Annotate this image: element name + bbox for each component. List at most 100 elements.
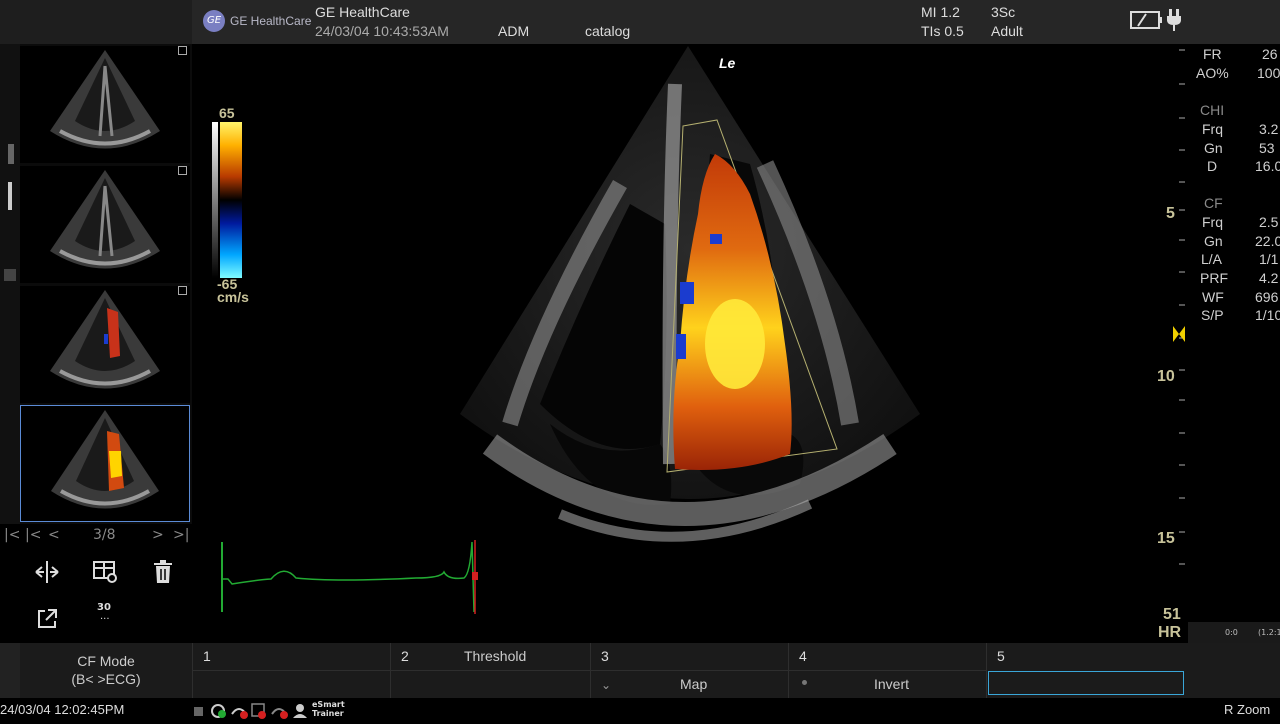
zoom-mini-left: 0:0 [1225,628,1238,637]
nav-first-button[interactable]: |< [4,527,20,543]
ecg-trace [216,534,486,624]
esmart-line-2: Trainer [312,709,344,718]
thumbnail-2-menu-icon[interactable] [178,166,187,175]
cf-la-label: L/A [1201,251,1223,267]
cf-prf-value: 4.2 [1259,270,1279,286]
map-button[interactable]: Map [680,676,707,692]
cf-mode-sub: (B< >ECG) [71,671,141,687]
softkey-5[interactable]: 5 [986,643,1185,698]
export-icon[interactable] [36,608,58,634]
tis-value: TIs 0.5 [921,23,964,39]
focus-marker-icon[interactable] [1172,324,1186,348]
probe-label[interactable]: 3Sc [991,4,1015,20]
softkey-4-divider [789,670,987,671]
hr-label: HR [1158,624,1182,641]
depth-label-10: 10 [1157,368,1175,385]
r-zoom-label: R Zoom [1224,702,1271,717]
esmart-line-1: eSmart [312,700,345,709]
color-scale-bar [212,122,244,282]
cine-count-badge-sub: ... [100,611,110,622]
nav-last-button[interactable]: >| [173,527,189,543]
nav-prev-page-button[interactable]: |< [25,527,41,543]
cf-frq-label: Frq [1202,214,1223,230]
chi-gn-value: 53 [1259,140,1275,156]
depth-label-5: 5 [1166,205,1175,222]
chi-gn-label: Gn [1204,140,1223,156]
mi-value: MI 1.2 [921,4,960,20]
power-plug-icon [1164,8,1184,36]
cf-la-value: 1/1 [1259,251,1279,267]
cf-header: CF [1204,195,1223,211]
review-layout-icon[interactable] [92,560,118,588]
chi-frq-value: 3.2 [1259,121,1279,137]
preset-label[interactable]: catalog [585,23,630,39]
ultrasound-image[interactable] [430,44,950,578]
thumbnail-3-menu-icon[interactable] [178,286,187,295]
thumbnail-3[interactable] [20,286,190,403]
chevron-down-icon: ⌄ [601,678,612,692]
thumbnail-1[interactable] [20,46,190,163]
thumbnail-scrollbar[interactable] [0,44,20,524]
cf-wf-label: WF [1202,289,1224,305]
top-bar [0,0,1280,44]
hr-value: 51 [1163,606,1181,623]
nav-next-button[interactable]: > [152,527,164,543]
param-fr-label: FR [1203,46,1222,62]
softkey-2-divider [391,670,591,671]
thumbnail-4-selected[interactable] [20,405,190,522]
color-scale-max: 65 [219,105,235,121]
softkey-3-divider [591,670,789,671]
top-left-corner [0,0,192,44]
status-icons [192,700,312,724]
softkey-1-divider [193,670,391,671]
chi-header: CHI [1200,102,1225,118]
softkey-1-number: 1 [203,648,211,664]
cf-sp-value: 1/10 [1255,307,1280,323]
compare-split-icon[interactable] [34,560,60,588]
header-datetime: 24/03/04 10:43:53AM [315,23,449,39]
softkey-3[interactable]: 3 ⌄ Map [590,643,789,698]
parameter-panel: FR 26 AO% 100 CHI Frq 3.2 Gn 53 D 16.0 C… [1190,44,1280,344]
softkey-4-number: 4 [799,648,807,664]
invert-indicator-icon [802,680,807,685]
cf-sp-label: S/P [1201,307,1224,323]
softkey-5-number: 5 [997,648,1005,664]
depth-label-15: 15 [1157,530,1175,547]
cf-wf-value: 696 [1255,289,1279,305]
thumbnail-counter: 3/8 [93,527,116,543]
param-fr-value: 26 [1262,46,1278,62]
nav-prev-button[interactable]: < [48,527,60,543]
softkey-2-number: 2 [401,648,409,664]
softkey-3-number: 3 [601,648,609,664]
cf-frq-value: 2.5 [1259,214,1279,230]
color-scale-unit: cm/s [217,289,249,305]
cf-gn-value: 22.0 [1255,233,1280,249]
trash-icon[interactable] [151,559,175,589]
cf-gn-label: Gn [1204,233,1223,249]
chi-d-value: 16.0 [1255,158,1280,174]
softkey-4[interactable]: 4 Invert [788,643,987,698]
brand-name: GE HealthCare [230,14,312,28]
param-ao-label: AO% [1196,65,1229,81]
softkey-2[interactable]: 2 Threshold [390,643,591,698]
cf-mode-button[interactable]: CF Mode (B< >ECG) [20,643,192,698]
chi-d-label: D [1207,158,1218,174]
softkey-5-selected-field[interactable] [988,671,1184,695]
param-ao-value: 100 [1257,65,1280,81]
thumbnail-2[interactable] [20,166,190,283]
chi-frq-label: Frq [1202,121,1223,137]
image-orientation-label: Le [719,55,736,71]
softkey-1[interactable]: 1 [192,643,391,698]
thumbnail-1-menu-icon[interactable] [178,46,187,55]
esmart-trainer-button[interactable]: eSmart Trainer [312,700,345,718]
operator-label[interactable]: ADM [498,23,529,39]
cf-mode-title: CF Mode [77,653,135,669]
threshold-button[interactable]: Threshold [464,648,526,664]
header-title: GE HealthCare [315,4,410,20]
battery-icon [1130,9,1164,35]
patient-type: Adult [991,23,1023,39]
status-datetime: 24/03/04 12:02:45PM [0,702,125,717]
softkey-left-edge [0,643,20,698]
cf-prf-label: PRF [1200,270,1228,286]
invert-button[interactable]: Invert [874,676,909,692]
